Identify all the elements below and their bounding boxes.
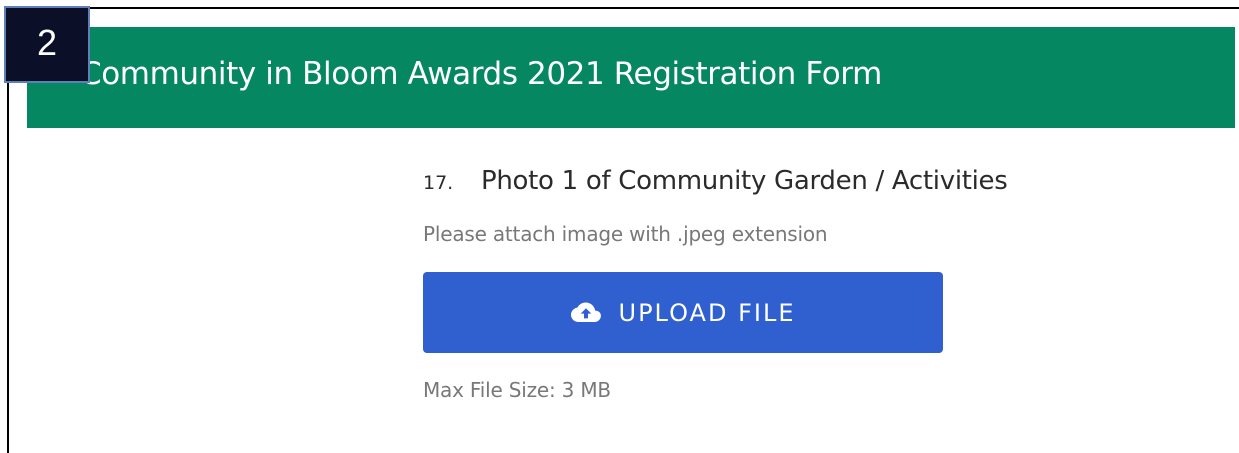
- form-title: Community in Bloom Awards 2021 Registrat…: [80, 56, 882, 92]
- question-title: Photo 1 of Community Garden / Activities: [481, 166, 1008, 196]
- question-number: 17.: [423, 172, 454, 194]
- upload-button-label: UPLOAD FILE: [618, 298, 796, 327]
- max-file-size-note: Max File Size: 3 MB: [423, 378, 611, 402]
- step-number-badge: 2: [4, 6, 90, 83]
- question-heading: 17. Photo 1 of Community Garden / Activit…: [423, 166, 1008, 196]
- cloud-upload-icon: [570, 302, 601, 322]
- upload-file-button[interactable]: UPLOAD FILE: [423, 272, 943, 353]
- question-hint: Please attach image with .jpeg extension: [423, 222, 828, 246]
